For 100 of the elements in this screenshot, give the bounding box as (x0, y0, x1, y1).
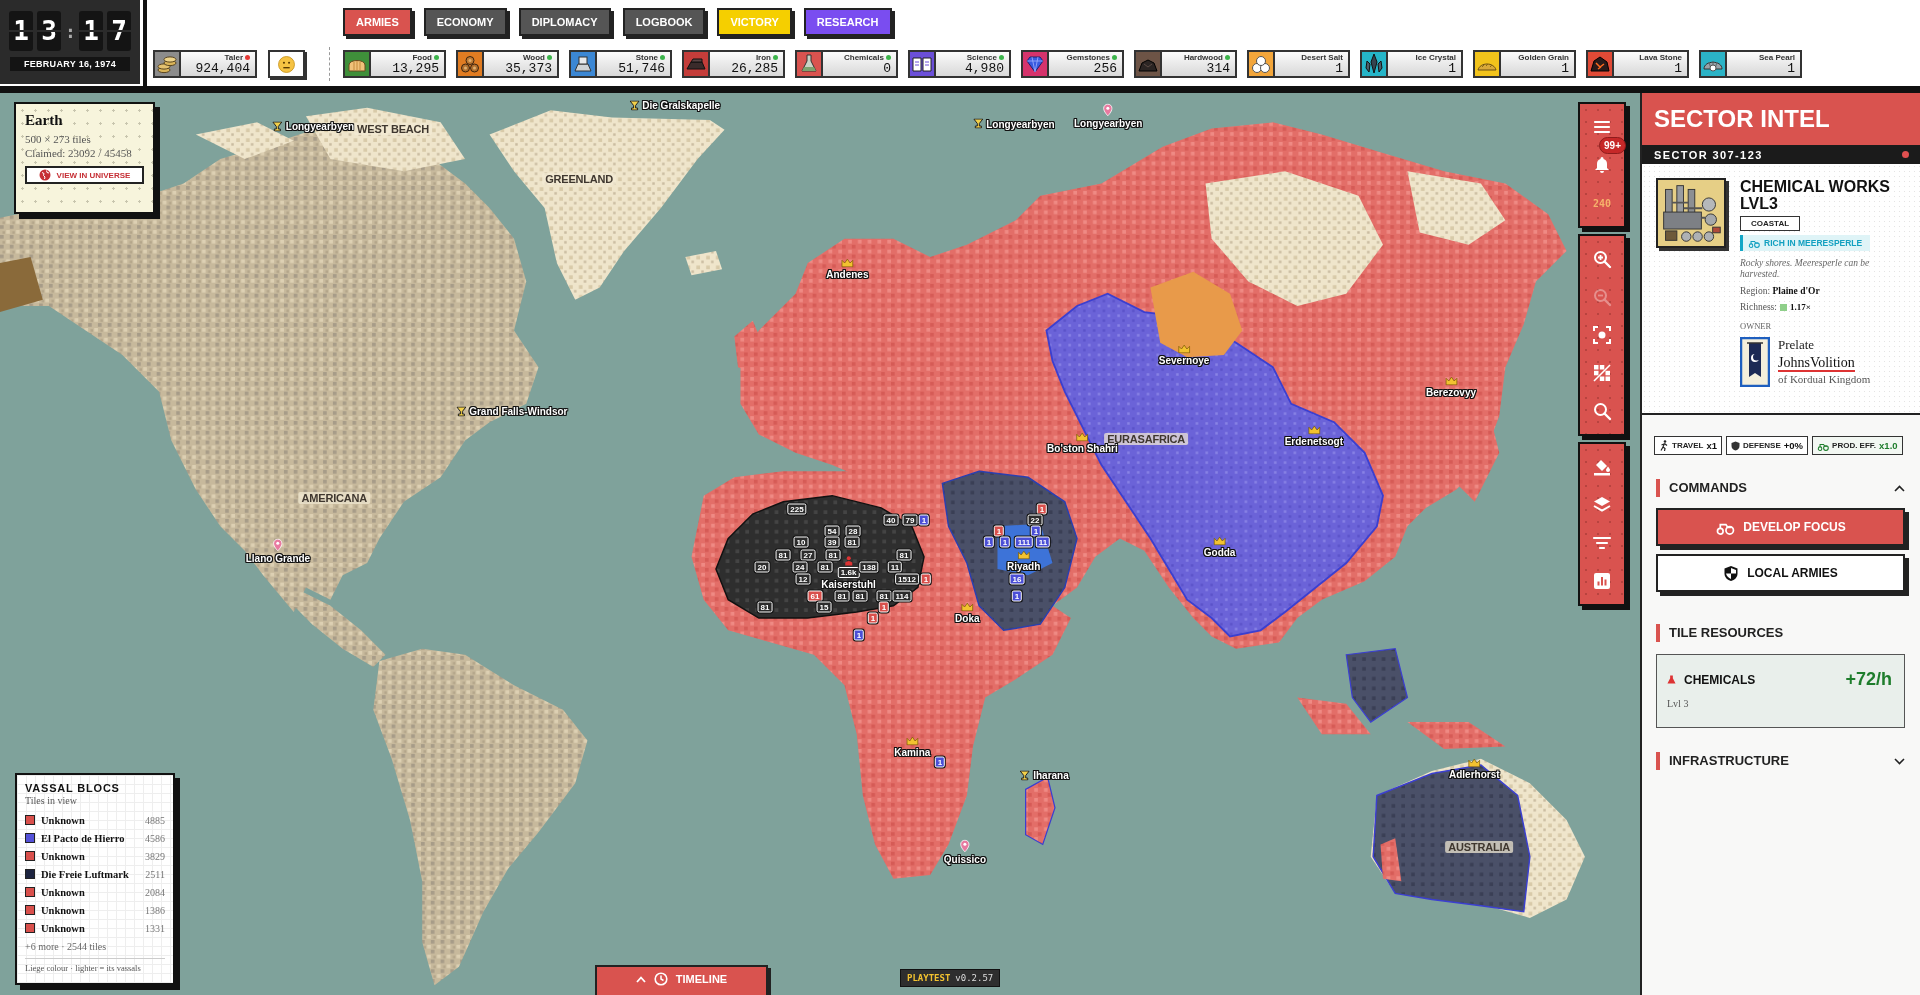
unit-count-marker[interactable]: 138 (859, 561, 879, 573)
unit-count-marker[interactable]: 11 (887, 561, 903, 573)
place-label: Longyearbyen (1074, 117, 1143, 129)
resource-value: 1 (1448, 62, 1456, 76)
person-icon (843, 556, 854, 567)
unit-count-marker[interactable]: 1 (1011, 590, 1023, 602)
globe-icon (38, 169, 51, 181)
status-dot-icon (1902, 151, 1909, 158)
unit-count-marker[interactable]: 81 (817, 561, 833, 573)
unit-count-marker[interactable]: 1 (983, 536, 995, 548)
resource-value: 1 (1674, 62, 1682, 76)
unit-count-marker[interactable]: 81 (775, 549, 791, 561)
nav-tab[interactable]: ECONOMY (423, 8, 507, 36)
unit-count-marker[interactable]: 81 (834, 590, 850, 602)
resource-value: 1 (1335, 62, 1343, 76)
unit-count-marker[interactable]: 114 (892, 590, 912, 602)
region-line: Region: Plaine d'Or (1740, 286, 1820, 296)
timeline-button[interactable]: TIMELINE (595, 965, 768, 995)
chalice-icon (1020, 770, 1031, 781)
resource-name: CHEMICALS (1684, 672, 1756, 687)
unit-count-marker[interactable]: 1 (934, 756, 946, 768)
unit-count-marker[interactable]: 1 (1030, 525, 1042, 537)
nav-tab[interactable]: DIPLOMACY (518, 8, 611, 36)
unit-count-marker[interactable]: 81 (876, 590, 892, 602)
stats-button[interactable] (1591, 570, 1613, 592)
unit-count-marker[interactable]: 16 (1009, 573, 1025, 585)
resource-level-text: Lvl 3 (1667, 698, 1689, 709)
unit-count-marker[interactable]: 79 (902, 514, 918, 526)
unit-count-marker[interactable]: 111 (1014, 536, 1034, 548)
resource-value: 924,404 (195, 62, 250, 76)
nav-tab[interactable]: LOGBOOK (622, 8, 706, 36)
place-label: Kamina (894, 746, 931, 758)
panel-header: SECTOR INTEL (1642, 93, 1920, 145)
crown-icon (840, 258, 854, 268)
unit-count-marker[interactable]: 24 (792, 561, 808, 573)
region-label: WEST BEACH (354, 123, 432, 136)
unit-count-marker[interactable]: 1 (920, 573, 932, 585)
unit-count-marker[interactable]: 39 (824, 536, 840, 548)
unit-count-marker[interactable]: 27 (800, 549, 816, 561)
caret-up-icon (635, 975, 646, 983)
unit-count-marker[interactable]: 1 (867, 612, 879, 624)
search-button[interactable] (1591, 400, 1613, 422)
flask-icon (1667, 675, 1676, 684)
bonus-label: RICH IN MEERESPERLE (1764, 238, 1863, 248)
unit-count-marker[interactable]: 54 (824, 525, 840, 537)
resource-value: 314 (1206, 62, 1230, 76)
place-label: Quissico (943, 853, 986, 865)
unit-count-marker[interactable]: 1 (1036, 503, 1048, 515)
unit-count-marker[interactable]: 12 (795, 573, 811, 585)
resource-label: Sea Pearl (1758, 53, 1795, 62)
resource-label: Golden Grain (1518, 53, 1569, 62)
unit-count-marker[interactable]: 1 (999, 536, 1011, 548)
resource-label: Stone (635, 53, 658, 62)
unit-count-marker[interactable]: 20 (754, 561, 770, 573)
resource-label: Iron (755, 53, 771, 62)
place-label: Severnoye (1158, 354, 1210, 366)
chevron-down-icon[interactable] (1894, 757, 1905, 765)
resource-value: 13,295 (392, 62, 439, 76)
counter-value: 240 (1592, 197, 1612, 209)
resource-label: Hardwood (1183, 53, 1223, 62)
unit-count-marker[interactable]: 1 (918, 514, 930, 526)
unit-count-marker[interactable]: 1 (853, 629, 865, 641)
unit-count-marker[interactable]: 11 (1035, 536, 1051, 548)
unit-count-marker[interactable]: 1512 (895, 573, 919, 585)
place-label: Riyadh (1007, 560, 1041, 572)
stat-value: x1 (1706, 440, 1717, 451)
world-size: 500 × 273 tiles (25, 133, 92, 145)
crown-icon (1213, 536, 1227, 546)
place-label: Andenes (826, 268, 869, 280)
unit-count-marker[interactable]: 61 (807, 590, 823, 602)
unit-count-marker[interactable]: 1 (878, 601, 890, 613)
unit-count-marker[interactable]: 40 (883, 514, 899, 526)
unit-count-marker[interactable]: 10 (793, 536, 809, 548)
unit-count-marker[interactable]: 81 (757, 601, 773, 613)
unit-count-marker[interactable]: 225 (787, 503, 807, 515)
focus-button[interactable] (1591, 324, 1613, 346)
chevron-up-icon[interactable] (1894, 484, 1905, 492)
bloc-name: El Pacto de Hierro (41, 832, 125, 844)
unit-count-marker[interactable]: 81 (844, 536, 860, 548)
resource-value: 1 (1561, 62, 1569, 76)
unit-count-marker[interactable]: 28 (845, 525, 861, 537)
resource-value: 0 (883, 62, 891, 76)
zoom-in-button[interactable] (1591, 248, 1613, 270)
place-label: Longyearbyen (986, 118, 1055, 130)
unit-count-marker[interactable]: 81 (852, 590, 868, 602)
section-title: INFRASTRUCTURE (1656, 752, 1789, 770)
bloc-name: Unknown (41, 904, 85, 916)
unit-count-marker[interactable]: 15 (816, 601, 832, 613)
nav-tab[interactable]: ARMIES (343, 8, 412, 36)
grid-button[interactable] (1591, 362, 1613, 384)
unit-count-marker[interactable]: 81 (896, 549, 912, 561)
resource-label: Wood (522, 53, 545, 62)
bloc-name: Unknown (41, 814, 85, 826)
unit-count-marker[interactable]: 81 (825, 549, 841, 561)
shield-icon (1723, 564, 1740, 582)
nav-tab[interactable]: RESEARCH (803, 8, 892, 36)
owner-name-link[interactable]: JohnsVolition (1778, 355, 1855, 372)
view-in-universe-button[interactable]: VIEW IN UNIVERSE (25, 166, 144, 184)
square-icon (1779, 303, 1787, 311)
mood-button[interactable] (268, 50, 305, 78)
